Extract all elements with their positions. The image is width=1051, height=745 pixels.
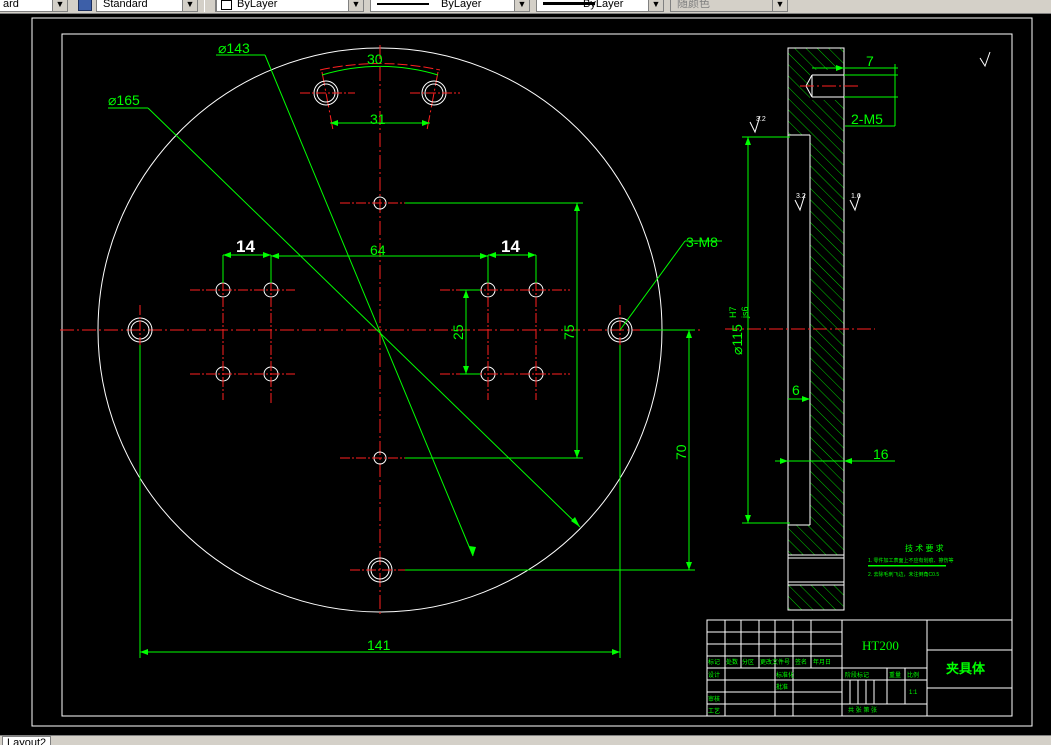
lineweight-value: ByLayer	[583, 0, 624, 10]
text-style-value: ard	[3, 0, 19, 10]
roughness-3: 1.6	[851, 193, 861, 200]
dim-6: 6	[792, 382, 800, 398]
dim-3-m8: 3-M8	[686, 234, 718, 250]
dim-dia-143: ⌀143	[218, 40, 250, 56]
dim-30: 30	[367, 51, 383, 67]
tb-scale-value: 1:1	[909, 690, 918, 696]
dim-dia-165: ⌀165	[108, 92, 140, 108]
dimension-style-icon[interactable]	[78, 0, 92, 11]
tb-row-check: 审核	[708, 695, 720, 703]
properties-toolbar: ard ▼ Standard ▼ ByLayer ▼ ByLayer ▼ ByL…	[0, 0, 1051, 14]
notes-line-2: 2. 去除毛刺飞边，未注倒角C0.5	[868, 571, 939, 578]
linetype-combo[interactable]: ByLayer ▼	[370, 0, 530, 12]
dim-14-right: 14	[501, 237, 520, 256]
tb-row-standard: 标准化	[776, 671, 794, 679]
plot-style-combo[interactable]: 随颜色 ▼	[670, 0, 788, 12]
tb-header-sign: 签名	[795, 658, 807, 666]
tb-header-mark: 标记	[708, 658, 720, 666]
front-centerlines	[60, 45, 700, 615]
chevron-down-icon[interactable]: ▼	[648, 0, 663, 11]
notes-line-1: 1. 零件加工表面上不应有划痕、擦伤等	[868, 557, 954, 564]
tb-scale: 比例	[907, 671, 919, 679]
toolbar-grip[interactable]	[204, 0, 216, 12]
dim-style-combo[interactable]: Standard ▼	[96, 0, 198, 12]
chevron-down-icon[interactable]: ▼	[514, 0, 529, 11]
dim-7: 7	[866, 53, 874, 69]
tb-part-name: 夹具体	[946, 661, 986, 676]
dim-31: 31	[370, 111, 386, 127]
dim-16: 16	[873, 446, 889, 462]
dim-70: 70	[673, 444, 689, 460]
chevron-down-icon[interactable]: ▼	[182, 0, 197, 11]
tb-header-zone: 分区	[742, 658, 754, 666]
color-swatch-icon	[221, 0, 232, 10]
tb-row-design: 设计	[708, 671, 720, 679]
layer-value: ByLayer	[237, 0, 278, 10]
roughness-1: 3.2	[756, 116, 766, 123]
tb-sheet: 共 张 第 张	[848, 706, 877, 714]
chevron-down-icon[interactable]: ▼	[52, 0, 67, 11]
dim-2-m5: 2-M5	[851, 111, 883, 127]
notes-underline	[868, 565, 946, 567]
dim-14-left: 14	[236, 237, 255, 256]
dim-25: 25	[450, 324, 466, 340]
dim-141: 141	[367, 637, 391, 653]
technical-notes: 技 术 要 求 1. 零件加工表面上不应有划痕、擦伤等 2. 去除毛刺飞边，未注…	[868, 543, 954, 578]
tb-stage: 阶段标记	[845, 671, 869, 679]
arrowheads	[140, 120, 692, 655]
tb-weight: 重量	[889, 671, 901, 679]
lineweight-combo[interactable]: ByLayer ▼	[536, 0, 664, 12]
section-view: 7 2-M5 ⌀115 H7 js6 6 16 3.2 3.2 1.6	[725, 47, 991, 611]
sheet-inner-frame	[61, 33, 1013, 717]
tb-header-docno: 更改文件号	[760, 658, 790, 666]
chevron-down-icon[interactable]: ▼	[348, 0, 363, 11]
dim-fit-hole: H7	[728, 306, 738, 318]
linetype-preview	[377, 3, 429, 5]
plot-style-value: 随颜色	[677, 0, 710, 10]
drawing-canvas[interactable]: ⌀143 ⌀165 30 31 14 14 64 3-M8 25 75 70 1…	[0, 14, 1051, 735]
tb-header-date: 年月日	[813, 658, 831, 666]
layer-combo[interactable]: ByLayer ▼	[216, 0, 364, 12]
front-dimension-lines	[108, 54, 722, 658]
dim-style-value: Standard	[103, 0, 148, 10]
dim-75: 75	[561, 324, 577, 340]
tb-row-process: 工艺	[708, 707, 720, 715]
text-style-combo[interactable]: ard ▼	[0, 0, 68, 12]
tb-material: HT200	[862, 638, 899, 653]
roughness-2: 3.2	[796, 193, 806, 200]
chevron-down-icon[interactable]: ▼	[772, 0, 787, 11]
linetype-value: ByLayer	[441, 0, 482, 10]
dim-fit-shaft: js6	[740, 306, 750, 319]
dim-dia-115: ⌀115	[729, 324, 745, 355]
tb-row-approve: 批准	[776, 683, 788, 691]
cad-drawing[interactable]: ⌀143 ⌀165 30 31 14 14 64 3-M8 25 75 70 1…	[0, 14, 1051, 735]
tb-header-count: 处数	[726, 658, 738, 666]
notes-title: 技 术 要 求	[905, 543, 944, 553]
dim-64: 64	[370, 242, 386, 258]
